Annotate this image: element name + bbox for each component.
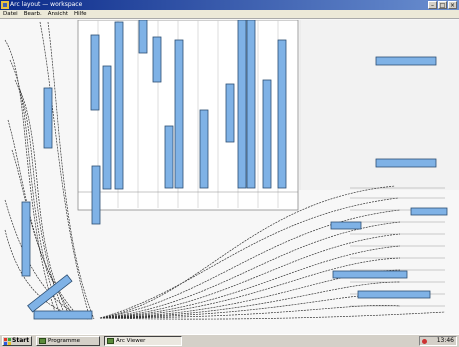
node-bar <box>114 21 124 190</box>
diagram-canvas[interactable] <box>0 20 459 334</box>
node-bar <box>237 20 247 189</box>
node-bar <box>91 165 101 225</box>
start-button[interactable]: Start <box>2 336 32 346</box>
maximize-button[interactable]: □ <box>438 1 447 9</box>
app-window: Arc layout — workspace – □ × Datei Bearb… <box>0 0 459 334</box>
menu-item-edit[interactable]: Bearb. <box>24 10 42 18</box>
close-icon: × <box>449 2 456 9</box>
tray-status-icon[interactable] <box>422 339 427 344</box>
menu-item-help[interactable]: Hilfe <box>74 10 87 18</box>
node-bar <box>410 207 448 216</box>
taskbar-button-programs[interactable]: Programme <box>36 336 100 346</box>
menu-item-view[interactable]: Ansicht <box>48 10 68 18</box>
node-bar <box>152 36 162 83</box>
node-bar <box>357 290 431 299</box>
node-bar <box>21 201 31 277</box>
node-bar <box>375 158 437 168</box>
node-bar <box>174 39 184 189</box>
program-icon <box>107 338 114 344</box>
minimize-icon: – <box>431 2 434 9</box>
taskbar: Start Programme Arc Viewer 13:46 <box>0 334 459 347</box>
window-title: Arc layout — workspace <box>10 1 83 8</box>
node-bar <box>102 65 112 190</box>
windows-logo-icon <box>4 338 11 345</box>
menu-bar: Datei Bearb. Ansicht Hilfe <box>0 10 459 19</box>
node-bar <box>332 270 408 279</box>
taskbar-button-label: Arc Viewer <box>116 338 146 344</box>
app-icon <box>1 1 9 9</box>
node-bar <box>138 20 148 54</box>
node-bar <box>90 34 100 111</box>
clock: 13:46 <box>436 337 454 344</box>
program-icon <box>39 338 46 344</box>
node-bar <box>43 87 53 149</box>
node-bar <box>277 39 287 189</box>
node-bar <box>199 109 209 189</box>
node-bar <box>375 56 437 66</box>
node-bar <box>262 79 272 189</box>
node-bar <box>33 310 93 320</box>
node-bar <box>330 221 362 230</box>
node-bar <box>164 125 174 189</box>
maximize-icon: □ <box>439 2 446 9</box>
taskbar-button-label: Programme <box>48 338 80 344</box>
taskbar-button-arc-viewer[interactable]: Arc Viewer <box>104 336 182 346</box>
start-label: Start <box>12 337 30 344</box>
node-bar <box>225 83 235 143</box>
minimize-button[interactable]: – <box>428 1 437 9</box>
close-button[interactable]: × <box>448 1 457 9</box>
menu-item-file[interactable]: Datei <box>3 10 18 18</box>
node-bar <box>246 20 256 189</box>
title-bar[interactable]: Arc layout — workspace – □ × <box>0 0 459 10</box>
system-tray: 13:46 <box>419 336 457 346</box>
